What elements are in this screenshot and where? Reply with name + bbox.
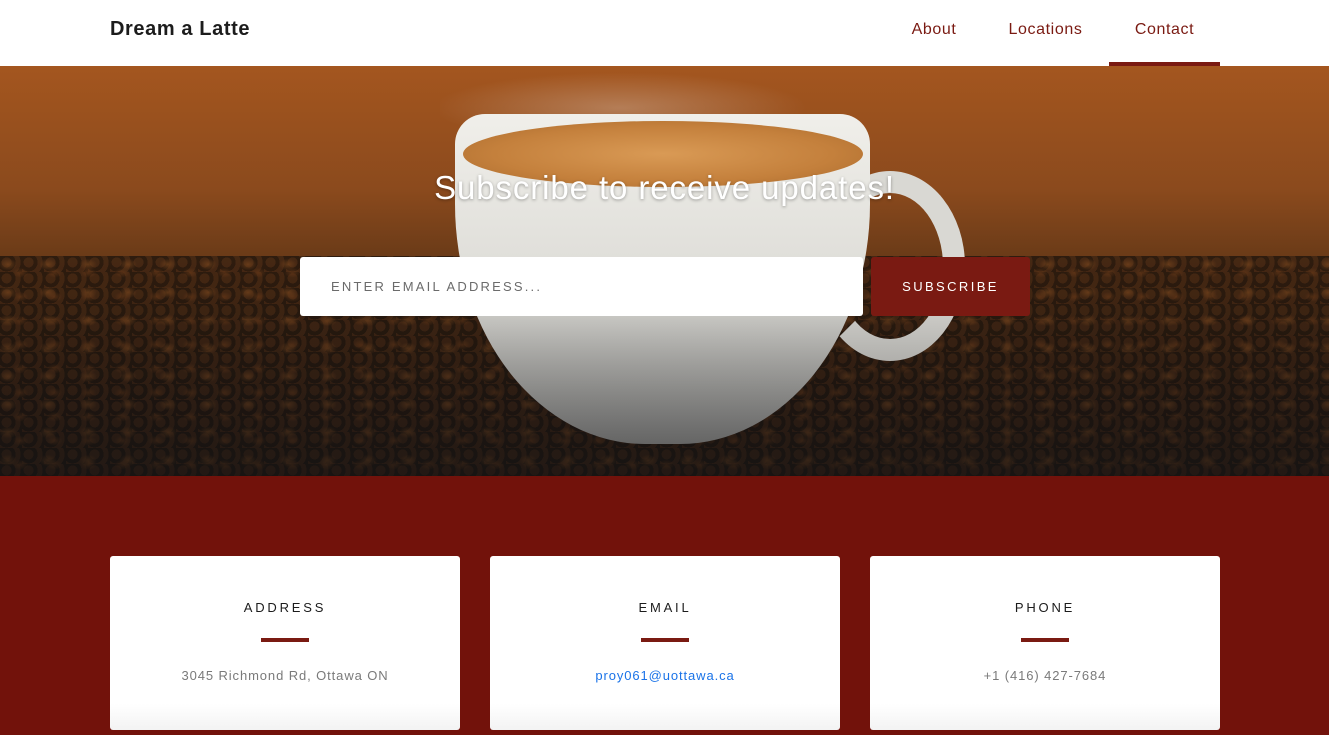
nav-link-locations[interactable]: Locations <box>995 0 1096 66</box>
email-card: EMAIL proy061@uottawa.ca <box>490 556 840 730</box>
divider <box>261 638 309 642</box>
email-title: EMAIL <box>638 600 692 615</box>
email-input[interactable] <box>300 257 863 316</box>
subscribe-heading: Subscribe to receive updates! <box>434 169 895 206</box>
nav-link-contact[interactable]: Contact <box>1109 0 1220 66</box>
subscribe-hero: Subscribe to receive updates! SUBSCRIBE <box>0 66 1329 476</box>
phone-title: PHONE <box>1014 600 1076 615</box>
contact-section: ADDRESS 3045 Richmond Rd, Ottawa ON EMAI… <box>0 476 1329 735</box>
nav-link-about[interactable]: About <box>898 0 970 66</box>
phone-card: PHONE +1 (416) 427-7684 <box>870 556 1220 730</box>
email-link[interactable]: proy061@uottawa.ca <box>490 668 840 683</box>
brand-logo-text[interactable]: Dream a Latte <box>110 18 250 41</box>
address-value: 3045 Richmond Rd, Ottawa ON <box>181 668 389 683</box>
subscribe-button[interactable]: SUBSCRIBE <box>871 257 1030 316</box>
address-title: ADDRESS <box>243 600 327 615</box>
divider <box>1021 638 1069 642</box>
top-navbar: Dream a Latte About Locations Contact <box>0 0 1329 66</box>
address-card: ADDRESS 3045 Richmond Rd, Ottawa ON <box>110 556 460 730</box>
phone-value: +1 (416) 427-7684 <box>983 668 1107 683</box>
divider <box>641 638 689 642</box>
